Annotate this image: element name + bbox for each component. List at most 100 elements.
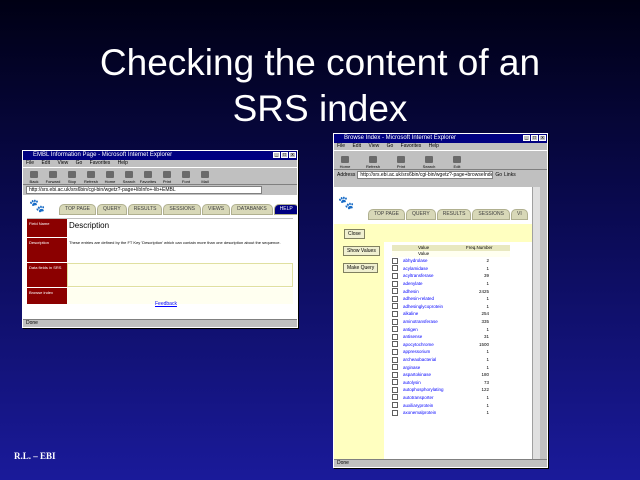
tab-sessions[interactable]: SESSIONS bbox=[472, 209, 510, 220]
close-button[interactable]: x bbox=[289, 152, 296, 158]
tab-query[interactable]: QUERY bbox=[97, 204, 127, 215]
row-checkbox[interactable] bbox=[392, 280, 398, 287]
font-button[interactable]: Font bbox=[178, 171, 194, 184]
value-link[interactable]: abhydrolase bbox=[403, 258, 467, 263]
value-link[interactable]: autolysin bbox=[403, 380, 467, 385]
value-link[interactable]: apocytochrome bbox=[403, 342, 467, 347]
row-checkbox[interactable] bbox=[392, 326, 398, 333]
value-link[interactable]: acyltransferase bbox=[403, 273, 467, 278]
edit-button[interactable]: Edit bbox=[449, 156, 465, 169]
print-button[interactable]: Print bbox=[393, 156, 409, 169]
value-link[interactable]: antigen bbox=[403, 327, 467, 332]
row-checkbox[interactable] bbox=[392, 333, 398, 340]
value-link[interactable]: adenylate bbox=[403, 281, 467, 286]
row-checkbox[interactable] bbox=[392, 341, 398, 348]
search-button[interactable]: Search bbox=[421, 156, 437, 169]
value-link[interactable]: antisense bbox=[403, 334, 467, 339]
forward-button[interactable]: Forward bbox=[45, 171, 61, 184]
menu-favorites[interactable]: Favorites bbox=[401, 143, 422, 149]
right-vertical-scrollbar[interactable] bbox=[532, 187, 540, 459]
tab-views[interactable]: VIEWS bbox=[202, 204, 231, 215]
back-button[interactable]: Back bbox=[26, 171, 42, 184]
value-count: 1 bbox=[486, 364, 489, 370]
row-checkbox[interactable] bbox=[392, 364, 398, 371]
tab-help[interactable]: HELP bbox=[273, 204, 297, 215]
menu-edit[interactable]: Edit bbox=[352, 143, 361, 149]
print-button[interactable]: Print bbox=[159, 171, 175, 184]
home-button[interactable]: Home bbox=[102, 171, 118, 184]
row-checkbox[interactable] bbox=[392, 288, 398, 295]
tab-sessions[interactable]: SESSIONS bbox=[163, 204, 201, 215]
menu-go[interactable]: Go bbox=[76, 160, 83, 166]
close-button[interactable]: x bbox=[539, 135, 546, 141]
menu-go[interactable]: Go bbox=[387, 143, 394, 149]
row-checkbox[interactable] bbox=[392, 265, 398, 272]
close-page-button[interactable]: Close bbox=[344, 229, 365, 239]
menu-view[interactable]: View bbox=[368, 143, 379, 149]
value-link[interactable]: acylamidase bbox=[403, 266, 467, 271]
menu-edit[interactable]: Edit bbox=[41, 160, 50, 166]
refresh-button[interactable]: Refresh bbox=[83, 171, 99, 184]
menu-help[interactable]: Help bbox=[118, 160, 128, 166]
row-checkbox[interactable] bbox=[392, 379, 398, 386]
row-checkbox[interactable] bbox=[392, 386, 398, 393]
value-link[interactable]: archeaobacterial bbox=[403, 357, 467, 362]
tab-databanks[interactable]: DATABANKS bbox=[231, 204, 273, 215]
row-checkbox[interactable] bbox=[392, 257, 398, 264]
row-checkbox[interactable] bbox=[392, 295, 398, 302]
value-link[interactable]: axonemalprotein bbox=[403, 410, 467, 415]
make-query-button[interactable]: Make Query bbox=[343, 263, 379, 273]
tab-top-page[interactable]: TOP PAGE bbox=[59, 204, 97, 215]
value-link[interactable]: autotransporter bbox=[403, 395, 467, 400]
value-count: 1 bbox=[486, 402, 489, 408]
value-link[interactable]: alkaline bbox=[403, 311, 467, 316]
stop-button[interactable]: Stop bbox=[64, 171, 80, 184]
value-link[interactable]: appressorium bbox=[403, 349, 467, 354]
menu-help[interactable]: Help bbox=[429, 143, 439, 149]
value-link[interactable]: adhesin-related bbox=[403, 296, 467, 301]
row-checkbox[interactable] bbox=[392, 356, 398, 363]
tab-results[interactable]: RESULTS bbox=[127, 204, 163, 215]
value-link[interactable]: aminotransferase bbox=[403, 319, 467, 324]
left-footer-link[interactable]: Feedback bbox=[155, 301, 177, 307]
menu-file[interactable]: File bbox=[337, 143, 345, 149]
value-link[interactable]: adhesin bbox=[403, 289, 467, 294]
mail-button[interactable]: Mail bbox=[197, 171, 213, 184]
value-link[interactable]: arginase bbox=[403, 365, 467, 370]
tab-results[interactable]: RESULTS bbox=[436, 209, 472, 220]
row-checkbox[interactable] bbox=[392, 310, 398, 317]
tab-top-page[interactable]: TOP PAGE bbox=[368, 209, 406, 220]
refresh-button[interactable]: Refresh bbox=[365, 156, 381, 169]
info-label: Field Name bbox=[27, 219, 67, 237]
search-button[interactable]: Search bbox=[121, 171, 137, 184]
menu-view[interactable]: View bbox=[57, 160, 68, 166]
maximize-button[interactable]: □ bbox=[531, 135, 538, 141]
minimize-button[interactable]: _ bbox=[523, 135, 530, 141]
menu-file[interactable]: File bbox=[26, 160, 34, 166]
row-checkbox[interactable] bbox=[392, 402, 398, 409]
row-checkbox[interactable] bbox=[392, 371, 398, 378]
row-checkbox[interactable] bbox=[392, 272, 398, 279]
left-address-input[interactable]: http://srs.ebi.ac.uk/srs6bin/cgi-bin/wge… bbox=[26, 185, 262, 194]
slide-title-line-2: SRS index bbox=[232, 88, 408, 129]
right-address-input[interactable]: http://srs.ebi.ac.uk/srs6bin/cgi-bin/wge… bbox=[357, 170, 494, 179]
minimize-button[interactable]: _ bbox=[273, 152, 280, 158]
maximize-button[interactable]: □ bbox=[281, 152, 288, 158]
tab-views[interactable]: VI bbox=[511, 209, 528, 220]
home-button[interactable]: Home bbox=[337, 156, 353, 169]
row-checkbox[interactable] bbox=[392, 348, 398, 355]
row-checkbox[interactable] bbox=[392, 409, 398, 416]
row-checkbox[interactable] bbox=[392, 318, 398, 325]
row-checkbox[interactable] bbox=[392, 303, 398, 310]
row-checkbox[interactable] bbox=[392, 394, 398, 401]
value-link[interactable]: auxiliaryprotein bbox=[403, 403, 467, 408]
links-button[interactable]: Links bbox=[504, 172, 516, 178]
go-button[interactable]: Go bbox=[495, 172, 502, 178]
show-values-button[interactable]: Show Values bbox=[343, 246, 380, 256]
value-link[interactable]: aspartokinase bbox=[403, 372, 467, 377]
tab-query[interactable]: QUERY bbox=[406, 209, 436, 220]
value-link[interactable]: autophosphorylating bbox=[403, 387, 467, 392]
menu-favorites[interactable]: Favorites bbox=[90, 160, 111, 166]
value-link[interactable]: adhesinglycoprotein bbox=[403, 304, 467, 309]
favorites-button[interactable]: Favorites bbox=[140, 171, 156, 184]
